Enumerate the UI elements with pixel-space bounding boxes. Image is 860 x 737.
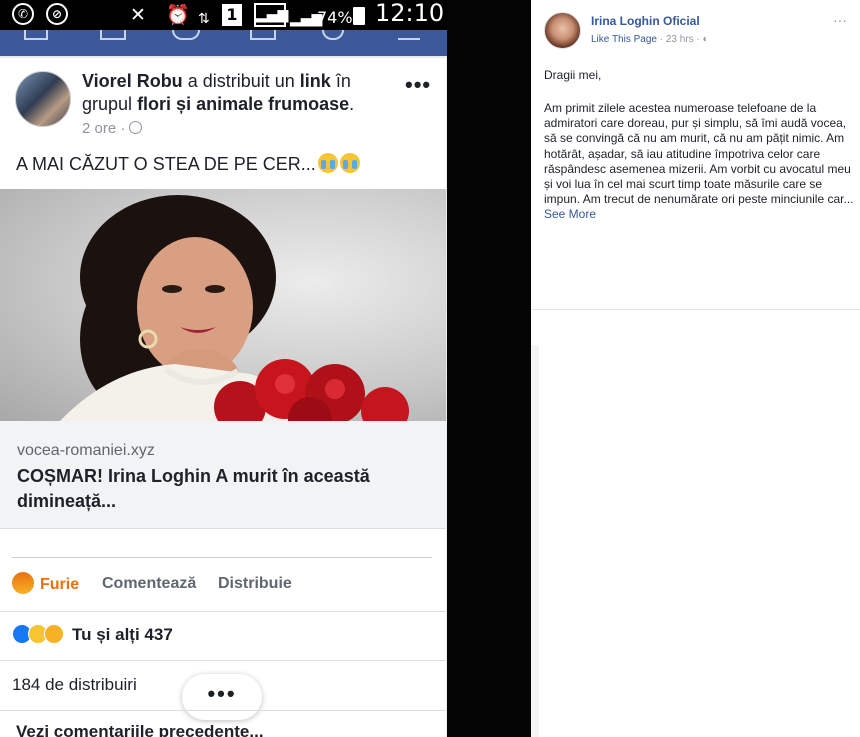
link-preview-caption[interactable]: vocea-romaniei.xyz COȘMAR! Irina Loghin … <box>0 421 446 529</box>
like-page-link[interactable]: Like This Page <box>591 34 657 45</box>
author-name[interactable]: Viorel Robu <box>82 71 183 91</box>
wow-emoji-icon <box>44 624 64 644</box>
page-name[interactable]: Irina Loghin Oficial <box>591 14 700 28</box>
post-body: Am primit zilele acestea numeroase telef… <box>544 101 854 223</box>
divider <box>0 710 446 711</box>
facebook-nav-bar[interactable] <box>0 30 447 56</box>
menu-icon[interactable] <box>398 30 420 40</box>
post-message: A MAI CĂZUT O STEA DE PE CER... <box>16 154 316 174</box>
post-text: A MAI CĂZUT O STEA DE PE CER... <box>16 153 360 175</box>
reactions-summary[interactable]: Tu și alți 437 <box>12 624 173 645</box>
battery-icon <box>353 7 365 25</box>
photo-eye-left <box>162 285 182 293</box>
post-header: Viorel Robu a distribuit un link în grup… <box>82 70 392 116</box>
mobile-screenshot: ✆ ⊘ ✕ ⏰ ⇅ 1 ▂▄▆ ▂▄▆ 74% 12:10 Viorel Rob… <box>0 0 447 737</box>
link-preview-image[interactable] <box>0 189 446 421</box>
link-domain: vocea-romaniei.xyz <box>17 442 155 459</box>
clock: 12:10 <box>375 0 445 27</box>
photo-eye-right <box>205 285 225 293</box>
whatsapp-icon: ✆ <box>12 3 34 25</box>
post-greeting: Dragii mei, <box>544 68 602 82</box>
battery-percent: 74% <box>317 8 353 27</box>
crying-emoji-icon <box>339 153 360 173</box>
reactions-count: Tu și alți 437 <box>72 625 173 644</box>
group-name[interactable]: flori și animale frumoase <box>137 94 349 114</box>
divider <box>0 660 446 661</box>
separator-strip <box>447 0 531 737</box>
singer-photo <box>60 195 409 421</box>
post-meta: Like This Page · 23 hrs · ◐ <box>591 34 709 45</box>
photo-rose <box>361 387 409 421</box>
feed-column-edge <box>531 345 539 737</box>
comment-button[interactable]: Comentează <box>102 575 196 593</box>
audience-icon: ◐ <box>702 34 709 45</box>
signal-icon: ▂▄▆ <box>254 3 288 27</box>
post-body-text: Am primit zilele acestea numeroase telef… <box>544 101 854 207</box>
post-actions: Furie Comentează Distribuie <box>0 568 446 600</box>
desktop-post: Irina Loghin Oficial Like This Page · 23… <box>531 0 860 310</box>
blocked-icon: ⊘ <box>46 3 68 25</box>
header-dot: . <box>349 94 355 114</box>
mobile-post: Viorel Robu a distribuit un link în grup… <box>0 58 446 737</box>
avatar[interactable] <box>15 71 71 127</box>
post-time[interactable]: 2 ore · <box>82 120 125 137</box>
link-word[interactable]: link <box>300 71 331 91</box>
friends-icon[interactable] <box>100 30 126 40</box>
shares-count[interactable]: 184 de distribuiri <box>12 675 137 695</box>
post-options-button[interactable]: ••• <box>405 72 431 98</box>
angry-emoji-icon <box>12 572 34 594</box>
messages-icon[interactable] <box>172 30 200 40</box>
divider <box>0 611 446 612</box>
see-more-link[interactable]: See More <box>544 207 596 221</box>
notifications-icon[interactable] <box>250 30 276 40</box>
post-meta: 2 ore · <box>82 120 143 137</box>
share-button[interactable]: Distribuie <box>218 575 292 593</box>
page-avatar[interactable] <box>544 12 581 49</box>
search-icon[interactable] <box>322 30 344 40</box>
status-bar: ✆ ⊘ ✕ ⏰ ⇅ 1 ▂▄▆ ▂▄▆ 74% 12:10 <box>0 0 447 30</box>
photo-rose-highlight <box>325 379 345 399</box>
link-title[interactable]: COȘMAR! Irina Loghin A murit în această … <box>17 464 417 514</box>
desktop-screenshot: Irina Loghin Oficial Like This Page · 23… <box>531 0 860 737</box>
react-button[interactable]: Furie <box>12 572 79 594</box>
alarm-icon: ⏰ <box>166 4 190 26</box>
data-icon: ⇅ <box>198 11 210 27</box>
more-options-button[interactable]: ••• <box>182 674 262 720</box>
post-options-button[interactable]: ··· <box>833 12 847 28</box>
sim-indicator: 1 <box>222 4 242 26</box>
divider <box>12 557 432 558</box>
globe-icon <box>129 121 143 134</box>
photo-rose-highlight <box>275 374 295 394</box>
home-icon[interactable] <box>24 30 48 40</box>
react-label: Furie <box>40 576 80 593</box>
crying-emoji-icon <box>317 153 338 173</box>
view-previous-comments-link[interactable]: Vezi comentariile precedente... <box>16 722 264 737</box>
post-time[interactable]: · 23 hrs · <box>660 34 700 45</box>
mute-icon: ✕ <box>130 4 146 26</box>
action-text: a distribuit un <box>187 71 295 91</box>
